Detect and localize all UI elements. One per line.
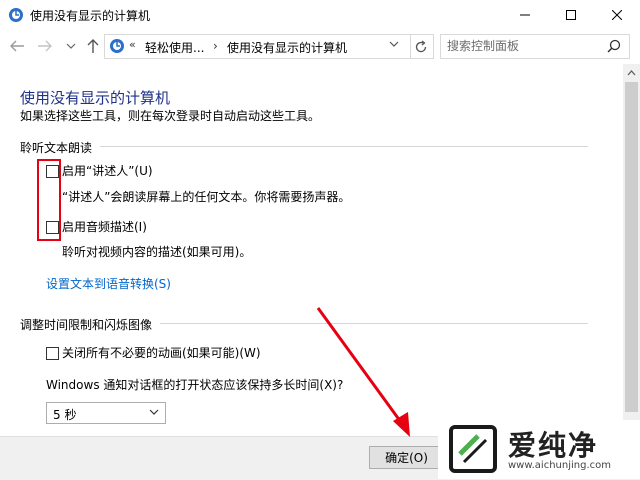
arrow-left-icon (10, 40, 24, 52)
vertical-scrollbar[interactable] (623, 64, 640, 436)
back-button[interactable] (8, 37, 26, 55)
audio-description-label[interactable]: 启用音频描述(I) (62, 218, 147, 235)
close-button[interactable] (594, 0, 640, 30)
search-box[interactable] (440, 34, 630, 59)
chevron-down-icon (149, 409, 159, 415)
minimize-button[interactable] (502, 0, 548, 30)
maximize-button[interactable] (548, 0, 594, 30)
watermark-url: www.aichunjing.com (508, 460, 611, 471)
page-subtitle: 如果选择这些工具，则在每次登录时自动启动这些工具。 (20, 109, 321, 123)
minimize-icon (520, 14, 530, 16)
section-heading-time-limits: 调整时间限制和闪烁图像 (20, 318, 153, 332)
annotation-highlight-box (37, 159, 61, 241)
section-heading-text-to-speech: 聆听文本朗读 (20, 141, 93, 155)
section-divider (160, 323, 588, 324)
search-input[interactable] (447, 37, 597, 55)
arrow-up-icon (87, 39, 99, 53)
notification-duration-value: 5 秒 (53, 408, 77, 422)
recent-locations-button[interactable] (62, 37, 80, 55)
up-button[interactable] (84, 37, 102, 55)
control-panel-icon (110, 39, 124, 53)
breadcrumb-ease-of-access[interactable]: 轻松使用... (145, 39, 204, 56)
maximize-icon (566, 10, 576, 20)
animations-checkbox[interactable] (46, 347, 59, 360)
close-icon (612, 10, 622, 20)
narrator-description: “讲述人”会朗读屏幕上的任何文本。你将需要扬声器。 (62, 190, 351, 204)
text-to-speech-link[interactable]: 设置文本到语音转换(S) (46, 275, 171, 292)
narrator-label[interactable]: 启用“讲述人”(U) (62, 162, 153, 179)
chevron-up-icon (627, 69, 636, 75)
content-panel: 使用没有显示的计算机 如果选择这些工具，则在每次登录时自动启动这些工具。 聆听文… (0, 64, 622, 436)
breadcrumb-current[interactable]: 使用没有显示的计算机 (227, 39, 347, 56)
search-icon[interactable] (607, 39, 621, 53)
chevron-down-icon[interactable] (389, 39, 399, 49)
navigation-bar: « 轻松使用... › 使用没有显示的计算机 (0, 31, 640, 61)
ok-button[interactable]: 确定(O) (369, 446, 444, 469)
breadcrumb-overflow[interactable]: « (129, 38, 136, 51)
audio-description-desc: 聆听对视频内容的描述(如果可用)。 (62, 245, 252, 259)
notification-duration-label: Windows 通知对话框的打开状态应该保持多长时间(X)? (46, 378, 344, 392)
chevron-down-icon (66, 43, 76, 49)
section-divider (100, 146, 588, 147)
watermark: 爱纯净 www.aichunjing.com (438, 420, 640, 479)
control-panel-icon (9, 8, 23, 22)
page-title: 使用没有显示的计算机 (20, 89, 171, 107)
scroll-thumb[interactable] (625, 82, 638, 412)
watermark-brand: 爱纯净 (508, 429, 599, 462)
arrow-right-icon (38, 40, 52, 52)
breadcrumb-separator[interactable]: › (213, 39, 218, 53)
animations-label[interactable]: 关闭所有不必要的动画(如果可能)(W) (62, 344, 261, 361)
brand-logo-icon (449, 425, 497, 473)
forward-button[interactable] (36, 37, 54, 55)
title-bar: 使用没有显示的计算机 (0, 0, 640, 30)
notification-duration-select[interactable]: 5 秒 (46, 402, 166, 424)
address-bar[interactable]: « 轻松使用... › 使用没有显示的计算机 (104, 34, 411, 59)
refresh-button[interactable] (409, 34, 434, 59)
refresh-icon (415, 39, 427, 52)
window-title: 使用没有显示的计算机 (30, 9, 151, 23)
scroll-up-button[interactable] (623, 64, 640, 81)
